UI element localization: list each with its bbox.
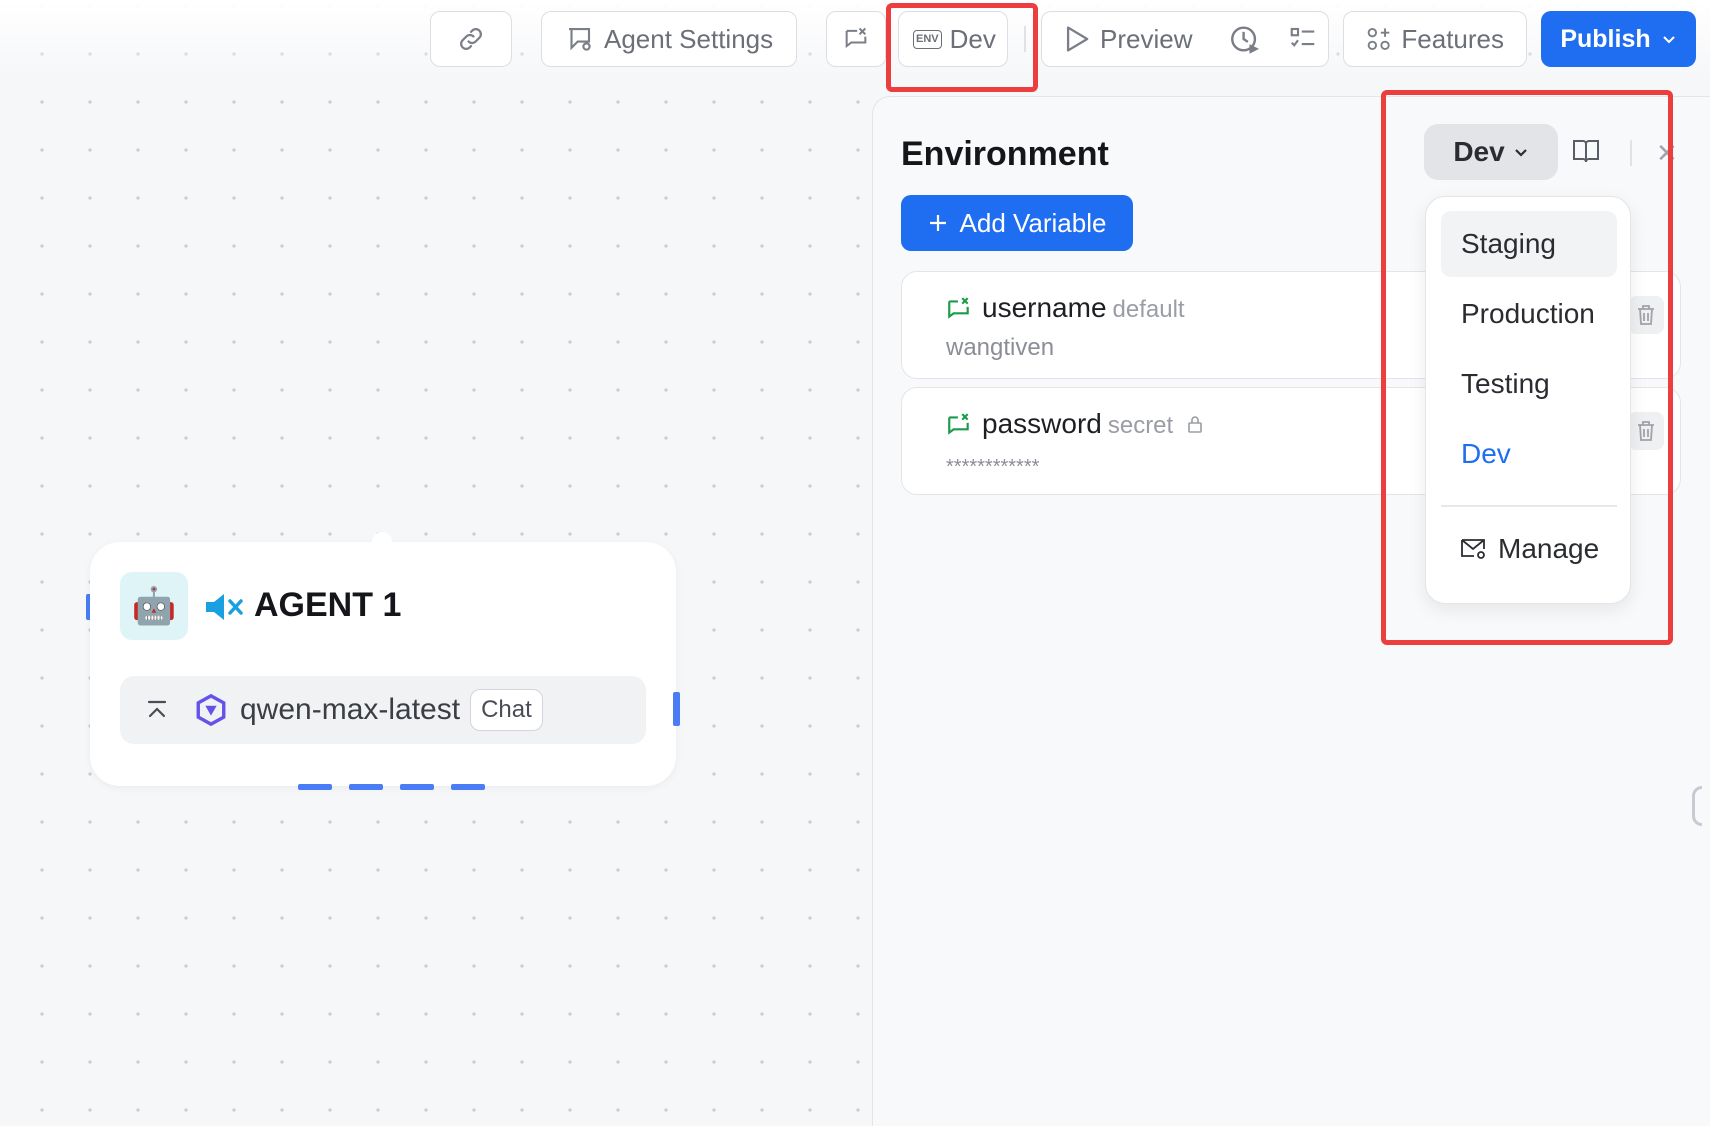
- node-output-handle[interactable]: [673, 692, 680, 726]
- manage-label: Manage: [1498, 533, 1600, 564]
- variable-chat-icon: [845, 27, 867, 48]
- env-option-testing[interactable]: Testing: [1441, 351, 1617, 417]
- book-icon[interactable]: [1572, 138, 1600, 164]
- checklist-button[interactable]: [1276, 12, 1330, 66]
- add-variable-button[interactable]: Add Variable: [901, 195, 1133, 251]
- preview-group: Preview: [1041, 11, 1329, 67]
- delete-variable-button[interactable]: [1628, 412, 1664, 450]
- features-label: Features: [1401, 23, 1504, 54]
- lock-icon: [1188, 416, 1202, 433]
- agent-settings-icon: [569, 27, 591, 51]
- variable-icon: [948, 297, 969, 319]
- env-option-staging[interactable]: Staging: [1441, 211, 1617, 277]
- manage-mail-icon: [1461, 539, 1485, 559]
- agent-title: AGENT 1: [254, 586, 402, 624]
- history-icon: [1231, 26, 1260, 54]
- dropdown-divider: [1441, 505, 1617, 507]
- variable-type: default: [1112, 296, 1185, 323]
- history-button[interactable]: [1214, 12, 1276, 66]
- panel-title: Environment: [901, 135, 1109, 173]
- environment-button[interactable]: ENV Dev: [898, 11, 1008, 67]
- close-icon[interactable]: ✕: [1656, 138, 1676, 169]
- robot-icon: 🤖: [131, 585, 177, 626]
- delete-variable-button[interactable]: [1628, 296, 1664, 334]
- variable-icon: [948, 413, 969, 435]
- environment-select[interactable]: Dev: [1424, 124, 1558, 180]
- trash-icon: [1638, 421, 1654, 441]
- variable-name: username default: [982, 292, 1185, 324]
- model-mode-badge: Chat: [470, 689, 543, 731]
- header-separator: [1630, 140, 1632, 166]
- features-icon: [1367, 27, 1390, 51]
- agent-avatar: 🤖: [120, 572, 188, 640]
- agent-node[interactable]: 🤖 AGENT 1 qwen-max-latest Chat: [90, 532, 676, 786]
- toolbar-separator: [1024, 26, 1026, 52]
- add-variable-label: Add Variable: [959, 207, 1107, 238]
- chevron-down-icon: [1514, 149, 1527, 157]
- variable-value: wangtiven: [946, 334, 1055, 361]
- publish-button[interactable]: Publish: [1541, 11, 1696, 67]
- environment-label: Dev: [949, 23, 996, 54]
- speaker-muted-icon[interactable]: [204, 592, 244, 622]
- variables-button[interactable]: [826, 11, 886, 67]
- variable-value: ************: [946, 456, 1040, 478]
- features-button[interactable]: Features: [1343, 11, 1527, 67]
- model-row[interactable]: qwen-max-latest Chat: [120, 676, 646, 744]
- connector-dash: [451, 784, 485, 790]
- agent-settings-label: Agent Settings: [604, 23, 774, 54]
- environment-dropdown: Staging Production Testing Dev Manage: [1425, 196, 1631, 604]
- agent-settings-button[interactable]: Agent Settings: [541, 11, 797, 67]
- environment-select-value: Dev: [1453, 136, 1505, 167]
- model-name: qwen-max-latest: [240, 693, 461, 726]
- preview-label: Preview: [1100, 23, 1193, 54]
- preview-button[interactable]: Preview: [1042, 12, 1214, 66]
- variable-type: secret: [1107, 412, 1174, 439]
- env-option-production[interactable]: Production: [1441, 281, 1617, 347]
- link-icon: [460, 28, 482, 50]
- connector-dash: [349, 784, 383, 790]
- play-icon: [1066, 26, 1089, 52]
- connector-dash: [400, 784, 434, 790]
- env-option-dev[interactable]: Dev: [1441, 421, 1617, 487]
- manage-environments-button[interactable]: Manage: [1460, 533, 1599, 565]
- connector-dash: [298, 784, 332, 790]
- checklist-icon: [1291, 27, 1315, 47]
- trash-icon: [1638, 305, 1654, 325]
- variable-name-text: password: [982, 408, 1102, 439]
- collapse-icon[interactable]: [146, 699, 168, 721]
- env-icon: ENV: [913, 29, 942, 49]
- chevron-down-icon: [1662, 36, 1675, 44]
- panel-resize-handle[interactable]: [1692, 786, 1702, 826]
- node-top-handle[interactable]: [372, 532, 392, 552]
- variable-name-text: username: [982, 292, 1107, 323]
- publish-label: Publish: [1560, 24, 1651, 53]
- variable-name: password secret: [982, 408, 1203, 440]
- qwen-logo-icon: [196, 693, 226, 727]
- link-button[interactable]: [430, 11, 512, 67]
- plus-icon: [929, 215, 946, 231]
